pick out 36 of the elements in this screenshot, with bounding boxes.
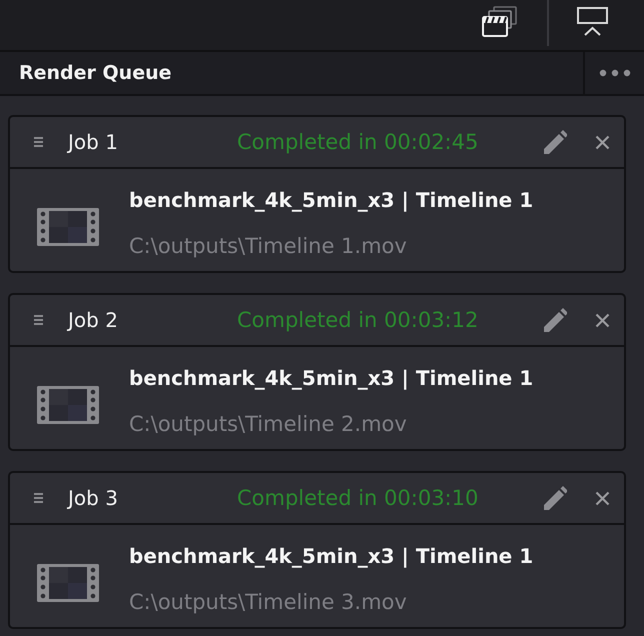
pencil-icon bbox=[541, 484, 567, 512]
clip-title: benchmark_4k_5min_x3 | Timeline 1 bbox=[129, 366, 534, 390]
edit-button[interactable] bbox=[541, 484, 567, 512]
edit-button[interactable] bbox=[541, 306, 567, 334]
drag-handle-icon[interactable] bbox=[34, 137, 43, 147]
drag-handle-icon[interactable] bbox=[34, 493, 43, 503]
output-path: C:\outputs\Timeline 1.mov bbox=[129, 233, 408, 259]
edit-button[interactable] bbox=[541, 128, 567, 156]
close-icon bbox=[595, 490, 610, 506]
film-clip-icon bbox=[37, 208, 99, 246]
job-name: Job 2 bbox=[68, 308, 119, 332]
job-status: Completed in 00:02:45 bbox=[237, 130, 480, 154]
job-name: Job 1 bbox=[68, 130, 119, 154]
job-status: Completed in 00:03:12 bbox=[237, 308, 480, 332]
clapperboard-stack-icon bbox=[482, 6, 518, 37]
drag-handle-icon[interactable] bbox=[34, 315, 43, 325]
close-button[interactable] bbox=[595, 312, 610, 328]
close-button[interactable] bbox=[595, 490, 610, 506]
output-path: C:\outputs\Timeline 2.mov bbox=[129, 411, 408, 437]
job-status: Completed in 00:03:10 bbox=[237, 486, 480, 510]
output-path: C:\outputs\Timeline 3.mov bbox=[129, 589, 408, 615]
close-icon bbox=[595, 312, 610, 328]
pencil-icon bbox=[541, 128, 567, 156]
monitor-button[interactable] bbox=[577, 7, 608, 37]
job-name: Job 3 bbox=[68, 486, 119, 510]
film-clip-icon bbox=[37, 386, 99, 424]
panel-title: Render Queue bbox=[18, 62, 172, 84]
monitor-icon bbox=[577, 7, 608, 37]
more-dots-icon bbox=[598, 69, 630, 77]
film-clip-icon bbox=[37, 564, 99, 602]
clip-title: benchmark_4k_5min_x3 | Timeline 1 bbox=[129, 544, 534, 568]
close-icon bbox=[595, 134, 610, 150]
pencil-icon bbox=[541, 306, 567, 334]
clip-title: benchmark_4k_5min_x3 | Timeline 1 bbox=[129, 188, 534, 212]
clip-stack-button[interactable] bbox=[482, 6, 518, 37]
close-button[interactable] bbox=[595, 134, 610, 150]
